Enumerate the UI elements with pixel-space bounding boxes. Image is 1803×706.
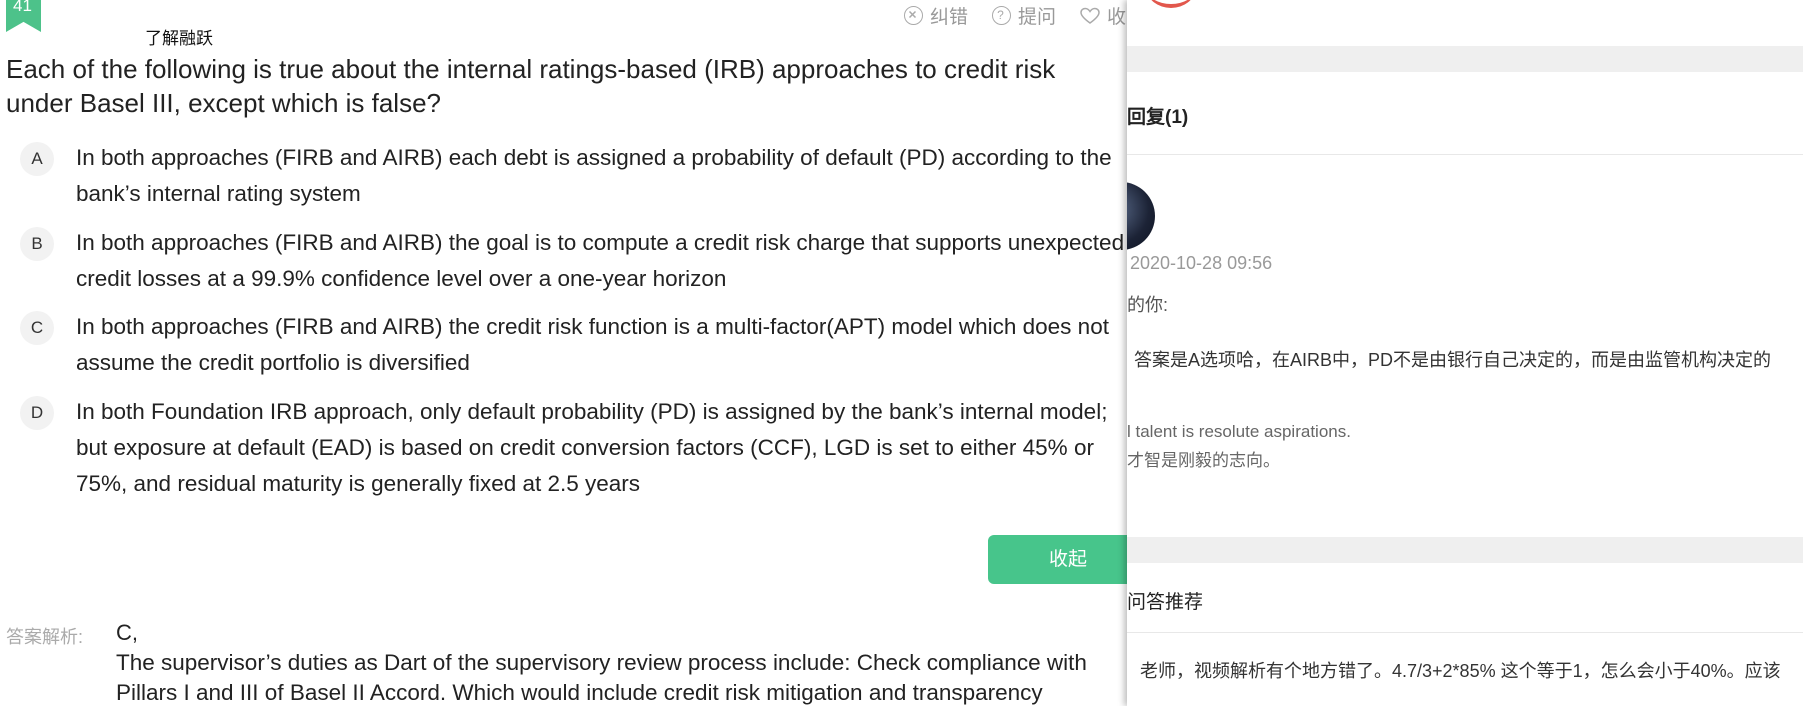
option-badge: C (20, 311, 54, 345)
ask-question-label: 提问 (1018, 7, 1057, 28)
option-badge: B (20, 227, 54, 261)
collapse-button[interactable]: 收起 (988, 535, 1127, 584)
divider-band (1127, 537, 1803, 563)
reply-timestamp: 2020-10-28 09:56 (1130, 253, 1273, 273)
replies-title: 回复(1) (1127, 107, 1189, 128)
recommend-item[interactable]: 老师，视频解析有个地方错了。4.7/3+2*85% 这个等于1，怎么会小于40%… (1140, 657, 1781, 683)
option-text: In both approaches (FIRB and AIRB) the c… (76, 314, 1109, 375)
option-text: In both approaches (FIRB and AIRB) each … (76, 145, 1112, 206)
avatar[interactable] (1127, 182, 1155, 250)
avatar-top-partial (1147, 0, 1195, 8)
question-circle-icon: ? (992, 6, 1012, 25)
option-text: In both Foundation IRB approach, only de… (76, 399, 1108, 496)
option-badge: D (20, 396, 54, 430)
favorite-label: 收 (1107, 7, 1127, 28)
favorite-button[interactable]: 收 (1080, 2, 1126, 29)
reply-greeting: 的你: (1127, 295, 1169, 315)
reply-signature-en: l talent is resolute aspirations. (1127, 422, 1351, 441)
answer-letter: C, (116, 620, 138, 645)
reply-signature-cn: 才智是刚毅的志向。 (1127, 451, 1280, 470)
analysis-line: The supervisor’s duties as Dart of the s… (116, 650, 1087, 675)
question-category: 了解融跃 (145, 29, 213, 48)
report-error-button[interactable]: 纠错 (904, 2, 968, 29)
divider (1127, 632, 1803, 633)
question-number: 41 (13, 0, 32, 15)
analysis-line: Pillars I and III of Basel II Accord. Wh… (116, 680, 1043, 705)
svg-text:?: ? (997, 8, 1004, 22)
question-toolbar: 纠错 ? 提问 收 (904, 2, 1127, 29)
option-badge: A (20, 142, 54, 176)
question-pane: 41 了解融跃 纠错 ? 提问 收 Each of the following … (0, 0, 1127, 706)
reply-content: 答案是A选项哈，在AIRB中，PD不是由银行自己决定的，而是由监管机构决定的 (1134, 350, 1772, 370)
divider-band (1127, 46, 1803, 72)
analysis-label: 答案解析: (6, 627, 84, 647)
close-circle-icon (904, 6, 923, 25)
question-number-bookmark: 41 (6, 0, 41, 32)
report-error-label: 纠错 (930, 7, 969, 28)
ask-question-button[interactable]: ? 提问 (992, 2, 1056, 29)
reply-panel: 回复(1) 2020-10-28 09:56 的你: 答案是A选项哈，在AIRB… (1127, 0, 1803, 706)
question-text: Each of the following is true about the … (6, 54, 1056, 118)
recommend-title: 问答推荐 (1127, 592, 1204, 613)
divider (1127, 154, 1803, 155)
analysis-text: The supervisor’s duties as Dart of the s… (116, 648, 1127, 706)
option-text: In both approaches (FIRB and AIRB) the g… (76, 230, 1125, 291)
heart-icon (1080, 7, 1100, 25)
